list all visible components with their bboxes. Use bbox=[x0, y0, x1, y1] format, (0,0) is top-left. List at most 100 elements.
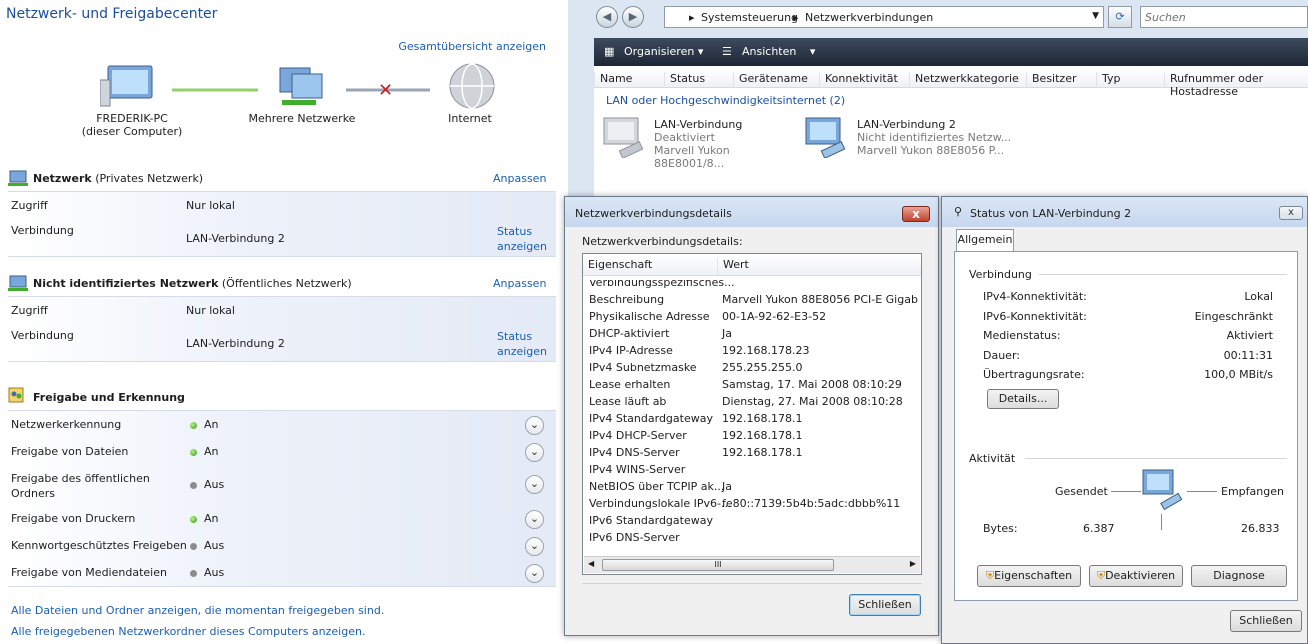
network2-customize-link[interactable]: Anpassen bbox=[493, 277, 546, 290]
detail-value: Ja bbox=[722, 327, 732, 340]
scroll-grip: III bbox=[714, 560, 722, 569]
this-computer-node[interactable]: FREDERIK-PC (dieser Computer) bbox=[62, 112, 202, 138]
details-dialog: Netzwerkverbindungsdetails x Netzwerkver… bbox=[564, 196, 939, 636]
status-field-value: Eingeschränkt bbox=[1194, 309, 1273, 323]
expand-chevron-icon[interactable]: ⌄ bbox=[525, 475, 544, 494]
refresh-button[interactable]: ⟳ bbox=[1108, 6, 1132, 28]
detail-property: DHCP-aktiviert bbox=[589, 327, 670, 340]
detail-row[interactable]: IPv4 DHCP-Server 192.168.178.1 bbox=[589, 429, 919, 446]
details-close-x[interactable]: x bbox=[902, 206, 930, 222]
expand-chevron-icon[interactable]: ⌄ bbox=[525, 510, 544, 529]
views-button[interactable]: Ansichten ▾ bbox=[742, 45, 815, 58]
multiple-networks-node[interactable]: Mehrere Netzwerke bbox=[232, 112, 372, 125]
sharing-state-text: Aus bbox=[204, 478, 225, 491]
column-owner[interactable]: Besitzer bbox=[1026, 72, 1076, 88]
connection-name: LAN-Verbindung bbox=[654, 118, 743, 131]
detail-row[interactable]: NetBIOS über TCPIP ak... Ja bbox=[589, 480, 919, 497]
sharing-row[interactable]: Kennwortgeschütztes Freigeben Aus ⌄ bbox=[8, 537, 556, 562]
network1-customize-link[interactable]: Anpassen bbox=[493, 172, 546, 185]
detail-value: Marvell Yukon 88E8056 PCI-E Gigabit Eth bbox=[722, 293, 919, 306]
chevron-down-icon: ▾ bbox=[809, 45, 816, 58]
network1-name: Netzwerk bbox=[33, 172, 92, 185]
detail-row[interactable]: Verbindungsspezifisches... bbox=[589, 280, 919, 293]
column-connectivity[interactable]: Konnektivität bbox=[819, 72, 898, 88]
forward-arrow-icon: ▶ bbox=[628, 10, 638, 23]
pc-name: FREDERIK-PC bbox=[96, 112, 168, 125]
close-icon: x bbox=[1288, 207, 1294, 218]
detail-row[interactable]: IPv4 WINS-Server bbox=[589, 463, 919, 480]
sharing-row[interactable]: Freigabe von Dateien An ⌄ bbox=[8, 443, 556, 468]
column-name[interactable]: Name bbox=[594, 72, 632, 88]
expand-chevron-icon[interactable]: ⌄ bbox=[525, 564, 544, 583]
diagnose-button[interactable]: Diagnose bbox=[1191, 565, 1287, 587]
status-close-x[interactable]: x bbox=[1279, 206, 1303, 220]
detail-row[interactable]: IPv4 Standardgateway 192.168.178.1 bbox=[589, 412, 919, 429]
network2-status-link[interactable]: Status anzeigen bbox=[497, 329, 547, 359]
connection-item[interactable]: LAN-Verbindung 2 Nicht identifiziertes N… bbox=[804, 114, 1014, 162]
breadcrumb-network-connections[interactable]: Netzwerkverbindungen bbox=[805, 11, 933, 24]
disable-button[interactable]: ⛨Deaktivieren bbox=[1089, 565, 1183, 587]
details-button[interactable]: Details... bbox=[987, 389, 1059, 409]
properties-button[interactable]: ⛨Eigenschaften bbox=[977, 565, 1081, 587]
properties-label: Eigenschaften bbox=[994, 569, 1073, 582]
back-button[interactable]: ◀ bbox=[596, 6, 618, 28]
sharing-row[interactable]: Freigabe des öffentlichen Ordners Aus ⌄ bbox=[8, 471, 556, 500]
network1-type: (Privates Netzwerk) bbox=[95, 172, 204, 185]
network-sharing-center: Netzwerk- und Freigabecenter Gesamtübers… bbox=[0, 0, 568, 644]
detail-property: Beschreibung bbox=[589, 293, 665, 306]
detail-row[interactable]: IPv4 IP-Adresse 192.168.178.23 bbox=[589, 344, 919, 361]
scroll-right-icon[interactable]: ▶ bbox=[910, 559, 916, 568]
detail-row[interactable]: Verbindungslokale IPv6-... fe80::7139:5b4… bbox=[589, 497, 919, 514]
scroll-left-icon[interactable]: ◀ bbox=[588, 559, 594, 568]
expand-chevron-icon[interactable]: ⌄ bbox=[525, 443, 544, 462]
overview-link[interactable]: Gesamtübersicht anzeigen bbox=[398, 40, 546, 53]
detail-row[interactable]: Lease erhalten Samstag, 17. Mai 2008 08:1… bbox=[589, 378, 919, 395]
disable-label: Deaktivieren bbox=[1105, 569, 1176, 582]
group-header[interactable]: LAN oder Hochgeschwindigkeitsinternet (2… bbox=[606, 94, 845, 107]
forward-button[interactable]: ▶ bbox=[622, 6, 644, 28]
address-bar[interactable]: ▸ Systemsteuerung ▸ Netzwerkverbindungen… bbox=[664, 6, 1104, 28]
expand-chevron-icon[interactable]: ⌄ bbox=[525, 537, 544, 556]
breadcrumb-sep-icon: ▸ bbox=[689, 11, 695, 24]
column-device[interactable]: Gerätename bbox=[733, 72, 808, 88]
tab-general[interactable]: Allgemein bbox=[956, 229, 1014, 251]
network1-status-link[interactable]: Status anzeigen bbox=[497, 224, 547, 254]
shared-files-link[interactable]: Alle Dateien und Ordner anzeigen, die mo… bbox=[11, 604, 384, 617]
status-link-line2: anzeigen bbox=[497, 240, 548, 253]
detail-row[interactable]: IPv4 Subnetzmaske 255.255.255.0 bbox=[589, 361, 919, 378]
expand-chevron-icon[interactable]: ⌄ bbox=[525, 416, 544, 435]
organize-button[interactable]: Organisieren ▾ bbox=[624, 45, 703, 58]
horizontal-scrollbar[interactable]: ◀ III ▶ bbox=[584, 556, 920, 573]
detail-row[interactable]: IPv4 DNS-Server 192.168.178.1 bbox=[589, 446, 919, 463]
detail-row[interactable]: IPv6 Standardgateway bbox=[589, 514, 919, 531]
sharing-row[interactable]: Freigabe von Mediendateien Aus ⌄ bbox=[8, 564, 556, 589]
sharing-row[interactable]: Netzwerkerkennung An ⌄ bbox=[8, 416, 556, 441]
status-close-button[interactable]: Schließen bbox=[1230, 610, 1302, 632]
connection-value: LAN-Verbindung 2 bbox=[186, 232, 285, 245]
sharing-label: Netzwerkerkennung bbox=[11, 417, 121, 432]
sharing-state-text: Aus bbox=[204, 566, 225, 579]
column-status[interactable]: Status bbox=[664, 72, 705, 88]
search-input[interactable] bbox=[1140, 6, 1308, 28]
detail-value: fe80::7139:5b4b:5adc:dbbb%11 bbox=[722, 497, 901, 510]
column-category[interactable]: Netzwerkkategorie bbox=[909, 72, 1019, 88]
internet-node[interactable]: Internet bbox=[420, 112, 520, 125]
scroll-thumb[interactable]: III bbox=[602, 559, 834, 571]
detail-row[interactable]: IPv6 DNS-Server bbox=[589, 531, 919, 542]
detail-row[interactable]: Physikalische Adresse 00-1A-92-62-E3-52 bbox=[589, 310, 919, 327]
sharing-row[interactable]: Freigabe von Druckern An ⌄ bbox=[8, 510, 556, 535]
col-property[interactable]: Eigenschaft bbox=[583, 258, 652, 274]
dropdown-icon[interactable]: ▼ bbox=[1092, 11, 1099, 21]
shared-folders-link[interactable]: Alle freigegebenen Netzwerkordner dieses… bbox=[11, 625, 365, 638]
details-close-button[interactable]: Schließen bbox=[849, 594, 921, 616]
column-phone-host[interactable]: Rufnummer oder Hostadresse bbox=[1164, 72, 1308, 98]
detail-value: 192.168.178.23 bbox=[722, 344, 810, 357]
breadcrumb-control-panel[interactable]: Systemsteuerung bbox=[701, 11, 798, 24]
connection-item[interactable]: LAN-Verbindung Deaktiviert Marvell Yukon… bbox=[602, 114, 802, 170]
detail-row[interactable]: DHCP-aktiviert Ja bbox=[589, 327, 919, 344]
col-value[interactable]: Wert bbox=[717, 258, 749, 274]
details-table[interactable]: Eigenschaft Wert Verbindungsspezifisches… bbox=[582, 253, 922, 575]
column-type[interactable]: Typ bbox=[1096, 72, 1121, 88]
detail-row[interactable]: Beschreibung Marvell Yukon 88E8056 PCI-E … bbox=[589, 293, 919, 310]
detail-row[interactable]: Lease läuft ab Dienstag, 27. Mai 2008 08:… bbox=[589, 395, 919, 412]
